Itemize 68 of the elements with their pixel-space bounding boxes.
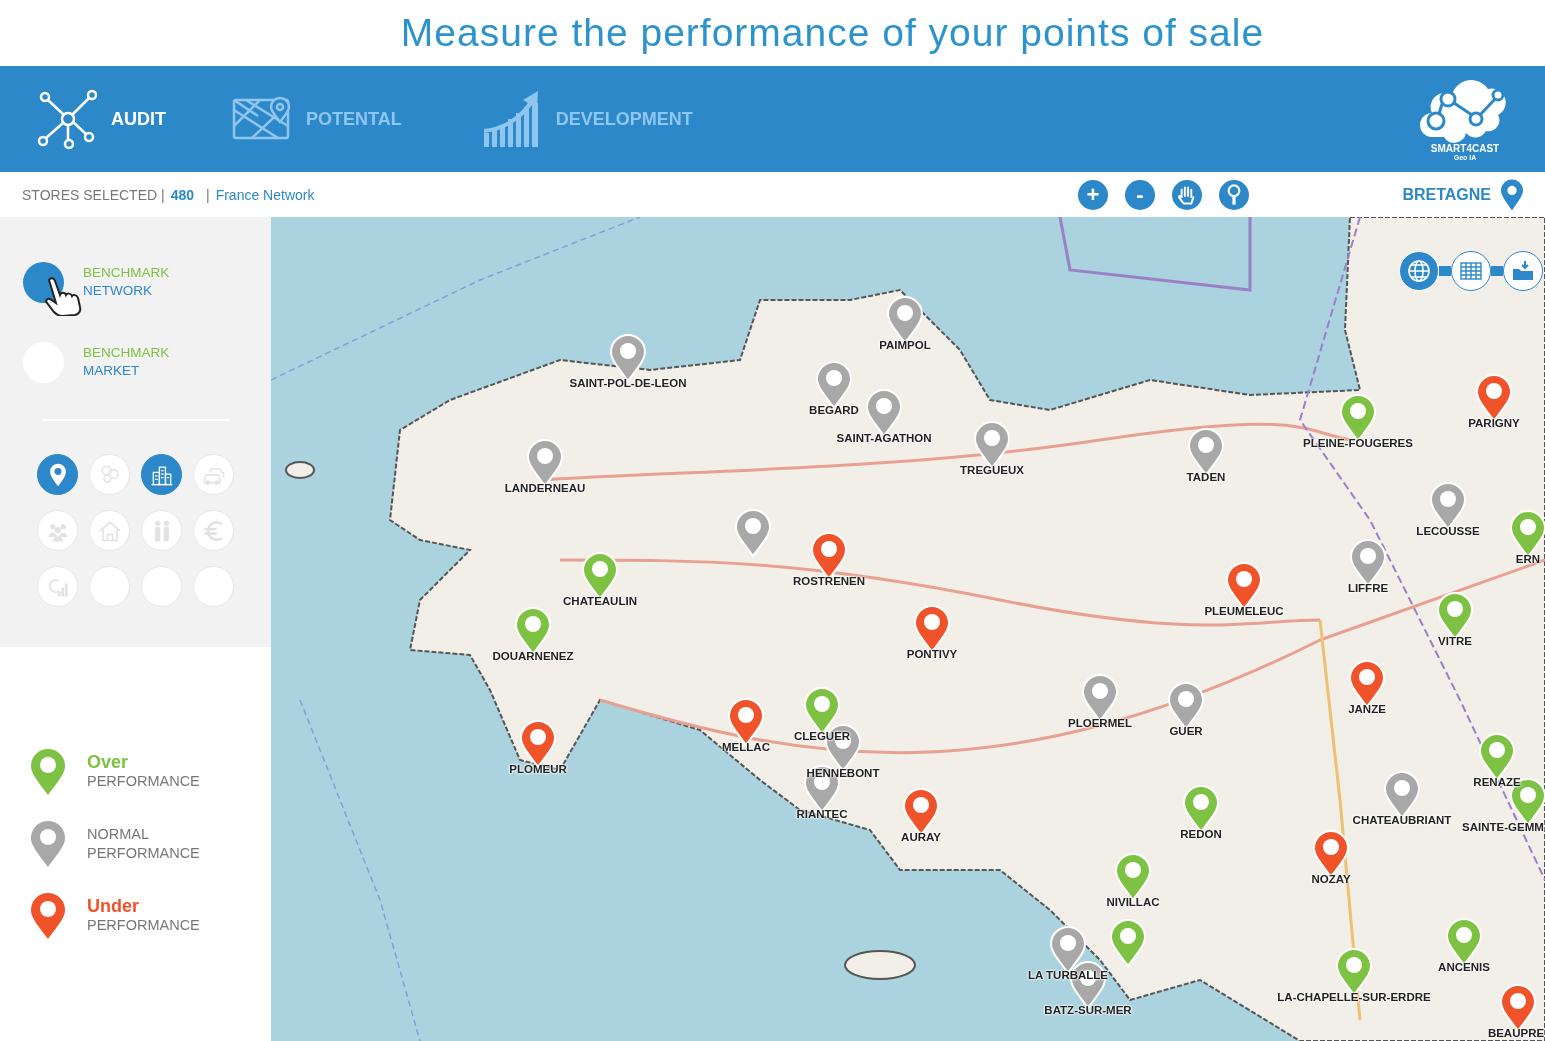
benchmark-label: BENCHMARK: [83, 344, 170, 362]
store-label: AURAY: [901, 831, 941, 843]
store-label: CHATEAUBRIANT: [1352, 814, 1452, 826]
benchmark-label: BENCHMARK: [83, 264, 170, 282]
store-label: PLOMEUR: [509, 763, 567, 775]
stores-selected-label: STORES SELECTED |: [22, 186, 165, 203]
stores-count: 480: [170, 186, 194, 203]
store-label: LIFFRE: [1347, 582, 1389, 594]
store-label: ANCENIS: [1438, 961, 1490, 973]
store-label: JANZE: [1348, 703, 1386, 715]
zoom-button[interactable]: -: [1125, 179, 1155, 210]
store-label: PLOERMEL: [1068, 717, 1132, 729]
filter-button[interactable]: [37, 454, 78, 495]
download-icon: [1511, 259, 1535, 283]
store-label: PLEUMELEUC: [1204, 605, 1284, 617]
store-label: RENAZE: [1473, 776, 1521, 788]
store-label: TADEN: [1186, 471, 1226, 483]
legend-title: NORMAL: [87, 825, 151, 844]
legend-title: Over: [87, 753, 130, 772]
button-connector: [1439, 266, 1451, 276]
store-label: LECOUSSE: [1416, 525, 1480, 537]
store-label: BATZ-SUR-MER: [1044, 1004, 1132, 1016]
legend-subtitle: PERFORMANCE: [87, 772, 200, 791]
store-label: LA TURBALLE: [1027, 969, 1109, 981]
store-label: TREGUEUX: [960, 464, 1024, 476]
store-label: PAIMPOL: [879, 339, 931, 351]
store-label: SAINTE-GEMM: [1462, 821, 1544, 833]
legend-title: Under: [87, 897, 140, 916]
store-label: SAINT-POL-DE-LEON: [569, 377, 687, 389]
store-label: CLEGUER: [793, 730, 851, 742]
store-label: BEGARD: [809, 404, 859, 416]
legend-subtitle: PERFORMANCE: [87, 916, 200, 935]
pin-search-icon[interactable]: [1219, 179, 1249, 210]
store-label: BEAUPRE: [1487, 1027, 1545, 1039]
network-icon: [37, 89, 97, 149]
store-label: SAINT-AGATHON: [836, 432, 932, 444]
store-label: PARIGNY: [1468, 417, 1520, 429]
store-label: GUER: [1169, 725, 1203, 737]
nav-tab[interactable]: DEVELOPMENT: [555, 108, 693, 130]
store-label: PONTIVY: [906, 648, 958, 660]
network-link[interactable]: France Network: [215, 186, 315, 203]
table-icon: [1459, 259, 1483, 283]
region-name: BRETAGNE: [1402, 185, 1491, 204]
filter-button[interactable]: [141, 454, 182, 495]
store-label: VITRE: [1438, 635, 1472, 647]
nav-tab[interactable]: AUDIT: [111, 108, 166, 130]
store-label: CHATEAULIN: [563, 595, 637, 607]
location-pin-icon: [1501, 178, 1523, 211]
store-label: DOUARNENEZ: [492, 650, 574, 662]
store-label: LANDERNEAU: [504, 482, 586, 494]
globe-icon: [1407, 259, 1431, 283]
separator: |: [206, 186, 210, 203]
hand-icon[interactable]: [1172, 179, 1202, 210]
store-label: REDON: [1180, 828, 1222, 840]
store-label: ROSTRENEN: [792, 575, 866, 587]
nav-tab[interactable]: POTENTAL: [306, 108, 402, 130]
benchmark-label: NETWORK: [83, 282, 153, 300]
store-label: PLEINE-FOUGERES: [1303, 437, 1413, 449]
store-label: NIVILLAC: [1106, 896, 1160, 908]
benchmark-label: MARKET: [83, 362, 141, 380]
logo-name: SMART4CAST: [1430, 143, 1500, 154]
page-title: Measure the performance of your points of sale: [399, 10, 1266, 56]
store-label: ERN: [1515, 553, 1541, 565]
store-label: MELLAC: [722, 741, 770, 753]
zoom-button[interactable]: +: [1078, 179, 1108, 210]
legend-subtitle: PERFORMANCE: [87, 844, 200, 863]
button-connector: [1491, 266, 1503, 276]
store-label: HENNEBONT: [806, 767, 880, 779]
